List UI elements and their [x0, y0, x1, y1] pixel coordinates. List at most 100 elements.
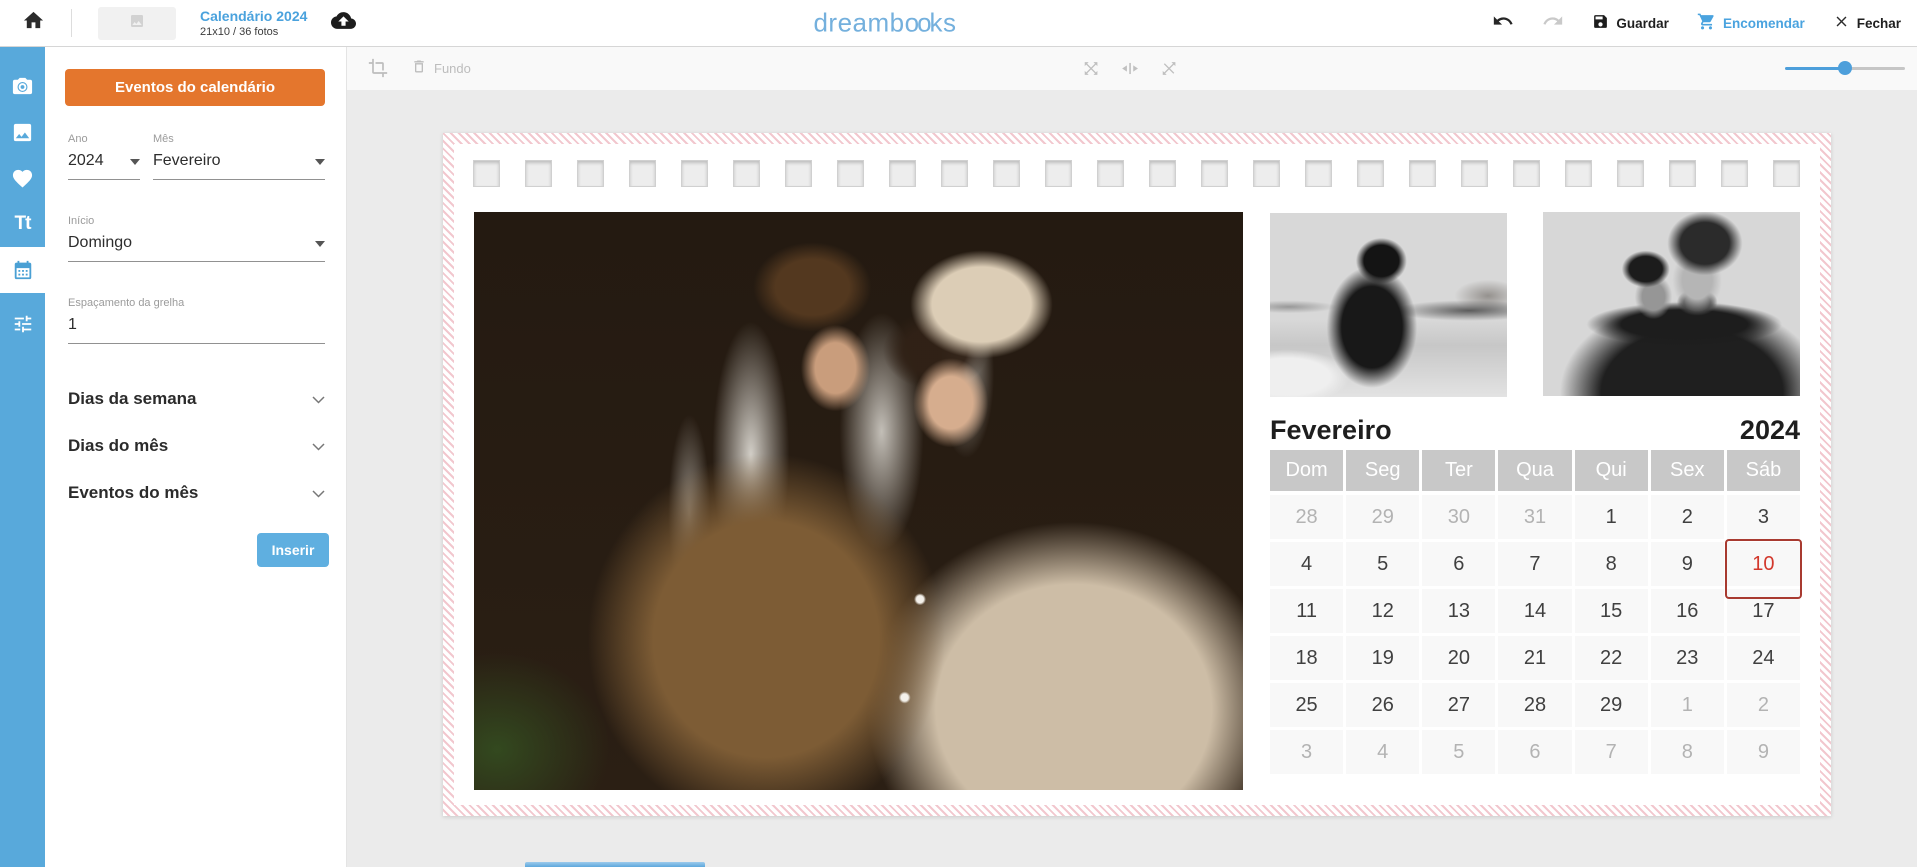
undo-button[interactable] [1492, 10, 1514, 37]
binding-hole [681, 160, 708, 187]
image-icon [11, 121, 34, 144]
crop-button[interactable] [368, 58, 388, 83]
order-label: Encomendar [1723, 16, 1805, 31]
day-number: 3 [1301, 741, 1312, 763]
panel-sections: Dias da semanaDias do mêsEventos do mês [68, 375, 325, 516]
calendar-day-cell: 5 [1346, 542, 1419, 586]
calendar-day-cell: 9 [1651, 542, 1724, 586]
close-label: Fechar [1857, 16, 1901, 31]
redo-button[interactable] [1542, 10, 1564, 37]
chevron-down-icon [312, 389, 325, 409]
trash-icon [411, 58, 427, 78]
date-grid: 2829303112345678910111213141516171819202… [1270, 495, 1800, 774]
calendar-day-cell: 10 [1727, 542, 1800, 586]
day-number: 4 [1377, 741, 1388, 763]
heart-icon [11, 167, 34, 190]
chevron-down-icon [312, 483, 325, 503]
sidebar-item-photos[interactable] [0, 63, 45, 109]
weekday-cell: Sex [1651, 450, 1724, 491]
delete-background-button[interactable]: Fundo [411, 58, 471, 78]
caret-down-icon [130, 152, 140, 170]
cloud-upload-button[interactable] [331, 8, 356, 38]
calendar-day-cell: 6 [1422, 542, 1495, 586]
save-button[interactable]: Guardar [1592, 13, 1669, 33]
day-number: 5 [1377, 553, 1388, 575]
calendar-day-cell: 1 [1651, 683, 1724, 727]
insert-button[interactable]: Inserir [257, 533, 329, 567]
day-number: 26 [1372, 694, 1394, 716]
main-photo[interactable] [474, 212, 1243, 790]
app-logo: dreambooks [813, 8, 956, 39]
zoom-slider[interactable] [1785, 60, 1905, 76]
calendar-day-cell: 19 [1346, 636, 1419, 680]
calendar-page: Fevereiro 2024 DomSegTerQuaQuiSexSáb 282… [454, 144, 1820, 805]
section-row-2[interactable]: Eventos do mês [68, 469, 325, 516]
calendar-day-cell: 20 [1422, 636, 1495, 680]
calendar-day-cell: 23 [1651, 636, 1724, 680]
swap-photos-button[interactable] [1082, 59, 1101, 83]
calendar-day-cell: 30 [1422, 495, 1495, 539]
section-row-1[interactable]: Dias do mês [68, 422, 325, 469]
sliders-icon [12, 313, 34, 335]
save-icon [1592, 13, 1609, 33]
tool-sidebar: Tt [0, 47, 45, 867]
sidebar-item-calendar[interactable] [0, 247, 45, 293]
close-icon [1833, 13, 1850, 33]
calendar-day-cell: 9 [1727, 730, 1800, 774]
small-photo-2[interactable] [1543, 212, 1800, 396]
home-button[interactable] [22, 9, 45, 37]
calendar-day-cell: 4 [1346, 730, 1419, 774]
calendar-day-cell: 1 [1575, 495, 1648, 539]
weekday-cell: Seg [1346, 450, 1419, 491]
close-button[interactable]: Fechar [1833, 13, 1901, 33]
sidebar-item-layouts[interactable] [0, 109, 45, 155]
binding-hole [1669, 160, 1696, 187]
binding-hole [1513, 160, 1540, 187]
calendar-day-cell: 31 [1498, 495, 1571, 539]
swap-diagonal-icon [1082, 59, 1101, 83]
sidebar-item-settings[interactable] [0, 301, 45, 347]
redo-icon [1542, 10, 1564, 37]
year-select[interactable]: Ano 2024 [68, 133, 140, 180]
calendar-day-cell: 25 [1270, 683, 1343, 727]
sidebar-item-text[interactable]: Tt [0, 201, 45, 247]
binding-hole [473, 160, 500, 187]
day-number: 21 [1524, 647, 1546, 669]
shuffle-icon [1160, 59, 1179, 83]
calendar-day-cell: 12 [1346, 589, 1419, 633]
calendar-day-cell: 14 [1498, 589, 1571, 633]
weekday-cell: Ter [1422, 450, 1495, 491]
flip-horizontal-icon [1121, 59, 1140, 83]
sidebar-item-favorites[interactable] [0, 155, 45, 201]
small-photo-1[interactable] [1270, 213, 1507, 397]
grid-spacing-input[interactable]: Espaçamento da grelha 1 [68, 297, 325, 344]
calendar-events-button[interactable]: Eventos do calendário [65, 69, 325, 106]
calendar-icon [12, 259, 34, 281]
month-select[interactable]: Mês Fevereiro [153, 133, 325, 180]
chevron-down-icon [312, 436, 325, 456]
day-number: 23 [1676, 647, 1698, 669]
binding-hole [1253, 160, 1280, 187]
calendar-year-title: 2024 [1740, 415, 1800, 446]
zoom-slider-thumb[interactable] [1838, 61, 1852, 75]
order-button[interactable]: Encomendar [1697, 12, 1805, 34]
calendar-grid-object[interactable]: Fevereiro 2024 DomSegTerQuaQuiSexSáb 282… [1270, 412, 1800, 774]
week-start-select[interactable]: Início Domingo [68, 215, 325, 262]
shuffle-button[interactable] [1160, 59, 1179, 83]
binding-hole [1409, 160, 1436, 187]
calendar-day-cell: 28 [1498, 683, 1571, 727]
binding-hole [1357, 160, 1384, 187]
flip-horizontal-button[interactable] [1121, 59, 1140, 83]
calendar-day-cell: 18 [1270, 636, 1343, 680]
section-row-0[interactable]: Dias da semana [68, 375, 325, 422]
calendar-day-cell: 22 [1575, 636, 1648, 680]
day-number: 19 [1372, 647, 1394, 669]
top-bar: Calendário 2024 21x10 / 36 fotos dreambo… [0, 0, 1917, 47]
page-strip[interactable] [525, 862, 705, 867]
binding-hole [889, 160, 916, 187]
day-number: 17 [1752, 600, 1774, 622]
calendar-day-cell: 21 [1498, 636, 1571, 680]
binding-hole [1201, 160, 1228, 187]
design-canvas: Fevereiro 2024 DomSegTerQuaQuiSexSáb 282… [347, 90, 1917, 867]
calendar-day-cell: 8 [1575, 542, 1648, 586]
